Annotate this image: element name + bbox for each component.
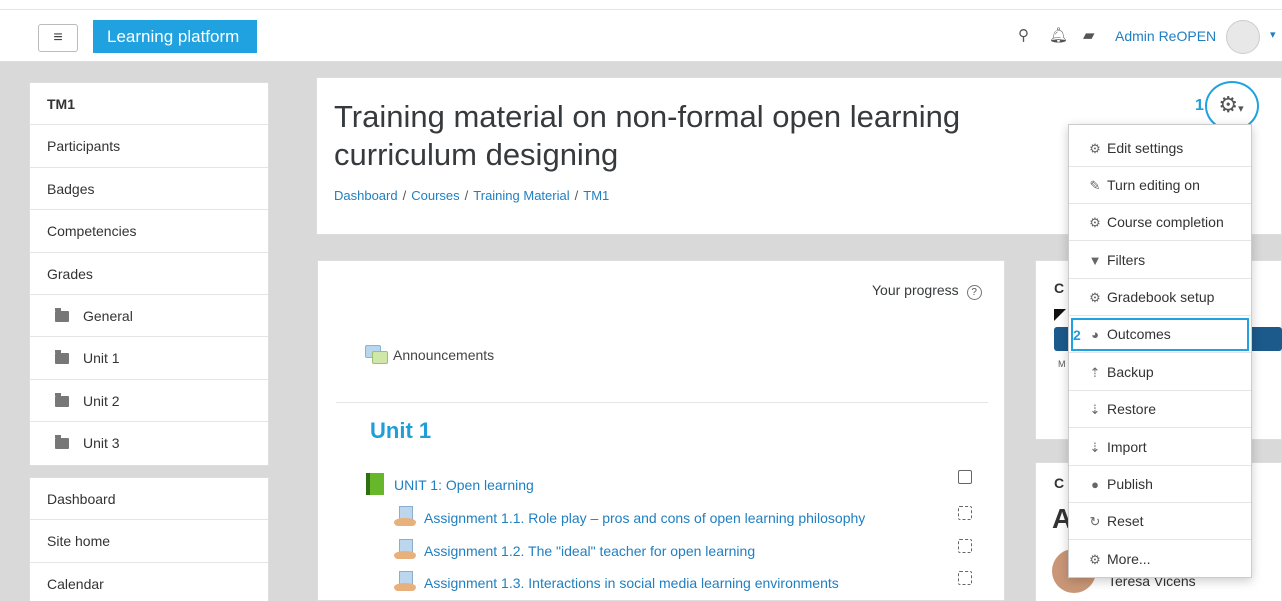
user-menu-name[interactable]: Admin ReOPEN bbox=[1115, 28, 1216, 44]
menu-item-import[interactable]: ⇣ Import bbox=[1069, 429, 1251, 466]
help-icon[interactable]: ? bbox=[966, 285, 982, 300]
sidebar-item-badges[interactable]: Badges bbox=[30, 168, 268, 211]
menu-item-restore[interactable]: ⇣ Restore bbox=[1069, 391, 1251, 428]
folder-icon bbox=[55, 350, 69, 365]
menu-item-publish[interactable]: ● Publish bbox=[1069, 466, 1251, 503]
assignment-icon bbox=[394, 539, 416, 561]
menu-item-filters[interactable]: ▼ Filters bbox=[1069, 242, 1251, 279]
page-title: Training material on non-formal open lea… bbox=[334, 99, 961, 172]
breadcrumb-training-material[interactable]: Training Material bbox=[473, 188, 569, 203]
gear-icon: ⚙ bbox=[1089, 141, 1101, 156]
block-small-text: M bbox=[1058, 359, 1066, 369]
sidebar-item-competencies[interactable]: Competencies bbox=[30, 210, 268, 253]
book-icon bbox=[366, 473, 384, 495]
site-brand[interactable]: Learning platform bbox=[93, 20, 257, 53]
hamburger-icon[interactable]: ≡ bbox=[38, 24, 78, 52]
pencil-icon: ✎ bbox=[1089, 178, 1101, 193]
folder-icon bbox=[55, 392, 69, 407]
globe-icon: ● bbox=[1091, 477, 1099, 492]
sidebar-item-unit-1[interactable]: Unit 1 bbox=[30, 337, 268, 380]
completion-checkbox-auto[interactable] bbox=[958, 539, 972, 553]
reset-icon: ↻ bbox=[1089, 514, 1101, 529]
gear-icon: ⚙ bbox=[1089, 552, 1101, 567]
sidebar-item-unit-3[interactable]: Unit 3 bbox=[30, 422, 268, 464]
completion-checkbox[interactable] bbox=[958, 470, 972, 484]
callout-number-2: 2 bbox=[1073, 327, 1081, 343]
progress-label: Your progress? bbox=[872, 282, 982, 300]
download-icon: ⇣ bbox=[1089, 402, 1101, 417]
block-title-partial: C bbox=[1054, 475, 1065, 491]
gear-icon[interactable]: ⚙▾ bbox=[1212, 92, 1250, 118]
menu-item-edit-settings[interactable]: ⚙ Edit settings bbox=[1069, 130, 1251, 167]
menu-item-backup[interactable]: ⇡ Backup bbox=[1069, 354, 1251, 391]
bell-icon[interactable]: 🔔︎ bbox=[1049, 26, 1068, 44]
gear-icon: ⚙ bbox=[1089, 215, 1101, 230]
triangle-marker bbox=[1054, 309, 1066, 321]
course-nav-block: TM1 Participants Badges Competencies Gra… bbox=[29, 82, 269, 466]
section-title[interactable]: Unit 1 bbox=[370, 418, 431, 444]
course-content: Your progress? Announcements Unit 1 UNIT… bbox=[317, 260, 1005, 601]
menu-item-course-completion[interactable]: ⚙ Course completion bbox=[1069, 204, 1251, 241]
course-settings-menu: ⚙ Edit settings ✎ Turn editing on ⚙ Course … bbox=[1068, 124, 1252, 578]
sidebar-item-course[interactable]: TM1 bbox=[30, 83, 268, 126]
assignment-icon bbox=[394, 571, 416, 593]
menu-item-more[interactable]: ⚙ More... bbox=[1069, 541, 1251, 578]
menu-item-reset[interactable]: ↻ Reset bbox=[1069, 503, 1251, 540]
sidebar-item-calendar[interactable]: Calendar bbox=[30, 563, 268, 601]
upload-icon: ⇡ bbox=[1089, 365, 1101, 380]
chevron-down-icon[interactable]: ▾ bbox=[1270, 28, 1276, 41]
outcomes-icon: ◕ bbox=[1091, 327, 1099, 342]
site-nav-block: Dashboard Site home Calendar bbox=[29, 477, 269, 601]
menu-item-gradebook-setup[interactable]: ⚙ Gradebook setup bbox=[1069, 279, 1251, 316]
menu-item-turn-editing-on[interactable]: ✎ Turn editing on bbox=[1069, 167, 1251, 204]
message-icon[interactable]: ▰ bbox=[1083, 26, 1095, 44]
breadcrumb-tm1[interactable]: TM1 bbox=[583, 188, 609, 203]
download-icon: ⇣ bbox=[1089, 440, 1101, 455]
menu-item-outcomes[interactable]: ◕ Outcomes bbox=[1069, 316, 1251, 353]
avatar[interactable] bbox=[1226, 20, 1260, 54]
sidebar-item-site-home[interactable]: Site home bbox=[30, 520, 268, 563]
sidebar-item-general[interactable]: General bbox=[30, 295, 268, 338]
forum-icon bbox=[365, 345, 388, 364]
activity-assignment-1-2[interactable]: Assignment 1.2. The "ideal" teacher for … bbox=[394, 539, 755, 561]
browser-edge bbox=[0, 0, 1282, 10]
completion-checkbox-auto[interactable] bbox=[958, 506, 972, 520]
folder-icon bbox=[55, 307, 69, 322]
assignment-icon bbox=[394, 506, 416, 528]
search-icon[interactable]: ⚲ bbox=[1018, 26, 1029, 44]
filter-icon: ▼ bbox=[1088, 253, 1102, 268]
gear-icon: ⚙ bbox=[1089, 290, 1101, 305]
sidebar-item-dashboard[interactable]: Dashboard bbox=[30, 478, 268, 521]
sidebar-item-grades[interactable]: Grades bbox=[30, 253, 268, 295]
activity-unit-1[interactable]: UNIT 1: Open learning bbox=[366, 473, 534, 495]
block-title-partial: C bbox=[1054, 280, 1065, 296]
announcements-link[interactable]: Announcements bbox=[365, 345, 494, 364]
folder-icon bbox=[55, 435, 69, 450]
breadcrumb-courses[interactable]: Courses bbox=[411, 188, 459, 203]
activity-assignment-1-1[interactable]: Assignment 1.1. Role play – pros and con… bbox=[394, 506, 865, 528]
section-divider bbox=[336, 402, 988, 403]
breadcrumb-dashboard[interactable]: Dashboard bbox=[334, 188, 398, 203]
breadcrumb: Dashboard / Courses / Training Material / TM1 bbox=[334, 188, 610, 203]
sidebar-item-unit-2[interactable]: Unit 2 bbox=[30, 380, 268, 423]
sidebar-item-participants[interactable]: Participants bbox=[30, 125, 268, 168]
completion-checkbox-auto[interactable] bbox=[958, 571, 972, 585]
callout-number-1: 1 bbox=[1195, 97, 1204, 114]
activity-assignment-1-3[interactable]: Assignment 1.3. Interactions in social m… bbox=[394, 571, 839, 593]
